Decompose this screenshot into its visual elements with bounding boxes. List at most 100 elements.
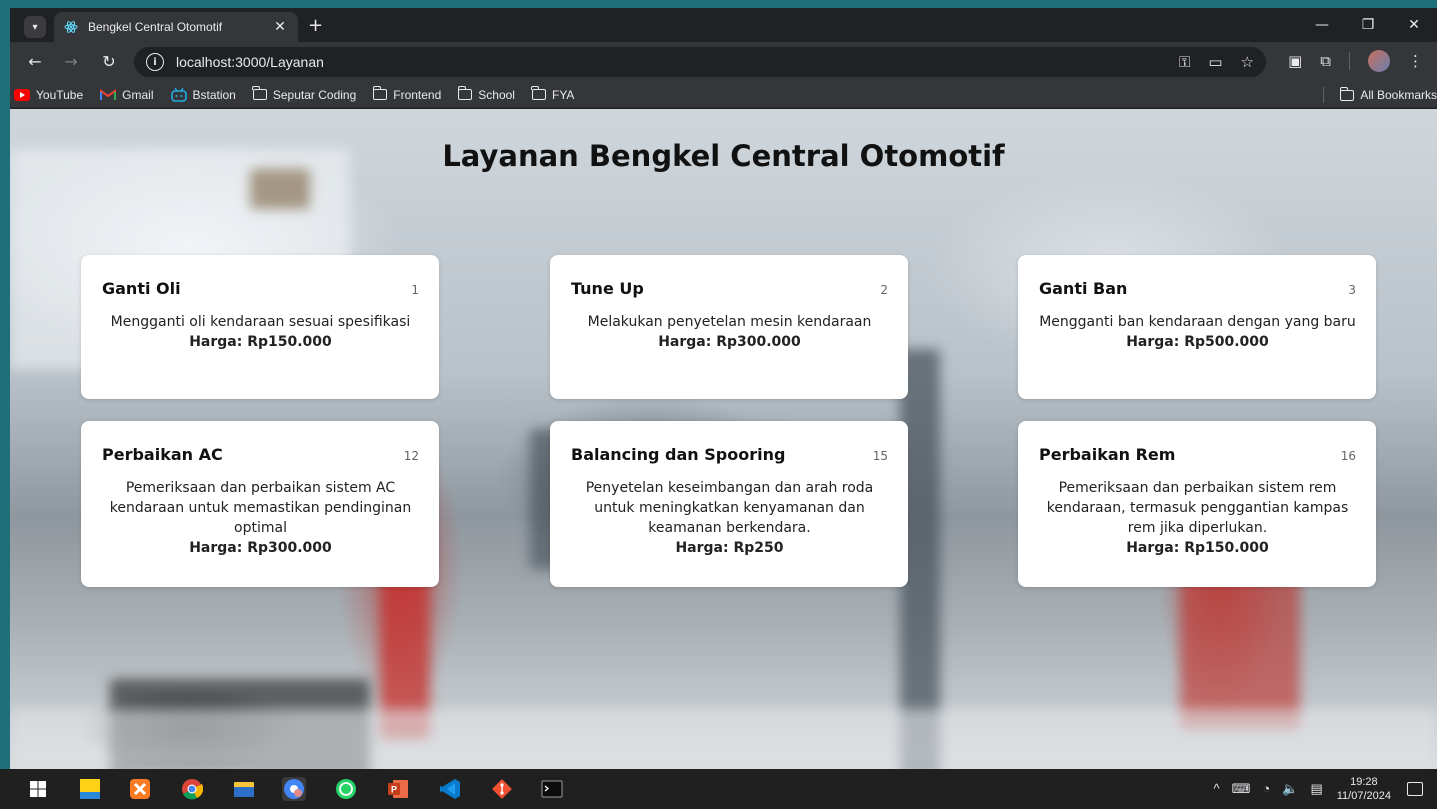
service-description: Penyetelan keseimbangan dan arah roda un… xyxy=(585,480,874,536)
volume-icon[interactable]: 🔈 xyxy=(1282,781,1298,797)
profile-avatar[interactable] xyxy=(1368,50,1390,72)
bstation-icon xyxy=(170,87,187,102)
gmail-icon xyxy=(100,88,117,101)
service-card: Tune Up 2 Melakukan penyetelan mesin ken… xyxy=(550,255,908,399)
service-price: Harga: Rp500.000 xyxy=(1126,334,1269,350)
wifi-icon[interactable]: ◔ xyxy=(1262,781,1270,797)
service-id: 3 xyxy=(1348,283,1356,297)
service-id: 12 xyxy=(403,449,419,463)
service-id: 15 xyxy=(872,449,888,463)
start-button[interactable] xyxy=(26,777,50,801)
youtube-icon xyxy=(14,88,30,101)
bookmarks-divider xyxy=(1323,87,1325,103)
notification-icon[interactable] xyxy=(1407,782,1423,796)
chrome-icon[interactable] xyxy=(180,777,204,801)
service-card: Ganti Oli 1 Mengganti oli kendaraan sesu… xyxy=(81,255,439,399)
service-id: 16 xyxy=(1340,449,1356,463)
service-card: Balancing dan Spooring 15 Penyetelan kes… xyxy=(550,421,908,587)
clock-time: 19:28 xyxy=(1350,776,1378,788)
vscode-icon[interactable] xyxy=(438,777,462,801)
folder-icon xyxy=(1339,86,1355,101)
folder-icon xyxy=(531,86,546,100)
system-tray: ^ ⌨ ◔ 🔈 ▤ 19:28 11/07/2024 xyxy=(1214,769,1437,809)
sticky-notes-icon[interactable] xyxy=(78,777,102,801)
service-id: 2 xyxy=(880,283,888,297)
service-card: Perbaikan AC 12 Pemeriksaan dan perbaika… xyxy=(81,421,439,587)
service-price: Harga: Rp300.000 xyxy=(189,540,332,556)
tab-search-button[interactable]: ▾ xyxy=(24,16,46,38)
bookmark-youtube[interactable]: YouTube xyxy=(14,88,83,102)
service-name: Tune Up xyxy=(571,279,644,298)
git-icon[interactable] xyxy=(490,777,514,801)
bookmark-bstation[interactable]: Bstation xyxy=(170,87,236,102)
service-name: Perbaikan Rem xyxy=(1039,445,1176,464)
service-id: 1 xyxy=(411,283,419,297)
whatsapp-icon[interactable] xyxy=(334,777,358,801)
service-description: Pemeriksaan dan perbaikan sistem AC kend… xyxy=(109,480,412,536)
service-name: Ganti Oli xyxy=(102,279,181,298)
chevron-up-icon[interactable]: ^ xyxy=(1214,781,1220,797)
powerpoint-icon[interactable]: P xyxy=(386,777,410,801)
folder-icon xyxy=(457,86,473,100)
page-viewport: Layanan Bengkel Central Otomotif Ganti O… xyxy=(10,109,1437,769)
menu-dots-icon[interactable]: ⋮ xyxy=(1408,52,1423,70)
xampp-icon[interactable] xyxy=(128,777,152,801)
bookmark-gmail[interactable]: Gmail xyxy=(100,88,154,102)
tab-title: Bengkel Central Otomotif xyxy=(88,20,223,34)
service-description: Mengganti ban kendaraan dengan yang baru xyxy=(1039,314,1356,330)
back-button[interactable]: ← xyxy=(24,50,46,72)
file-explorer-icon[interactable] xyxy=(232,777,256,801)
new-tab-button[interactable]: + xyxy=(308,16,323,36)
service-name: Balancing dan Spooring xyxy=(571,445,786,464)
close-window-button[interactable]: ✕ xyxy=(1391,8,1437,42)
service-price: Harga: Rp300.000 xyxy=(658,334,801,350)
browser-window: ▾ Bengkel Central Otomotif ✕ + — ❐ ✕ ← →… xyxy=(10,8,1437,769)
folder-icon xyxy=(252,86,267,100)
screenshot-icon[interactable]: ▣ xyxy=(1288,52,1302,70)
password-key-icon[interactable]: ⚿ xyxy=(1179,53,1190,71)
clock-date: 11/07/2024 xyxy=(1336,790,1391,802)
service-card: Perbaikan Rem 16 Pemeriksaan dan perbaik… xyxy=(1018,421,1376,587)
extensions-icon[interactable]: ⧉ xyxy=(1320,52,1331,70)
page-title: Layanan Bengkel Central Otomotif xyxy=(442,139,1005,173)
address-bar[interactable]: i localhost:3000/Layanan ⚿ ▭ ☆ xyxy=(134,47,1266,77)
service-price: Harga: Rp150.000 xyxy=(189,334,332,350)
keyboard-icon[interactable]: ▤ xyxy=(1310,781,1322,797)
language-icon[interactable]: ⌨ xyxy=(1232,781,1251,797)
window-controls: — ❐ ✕ xyxy=(1299,8,1437,42)
bookmark-star-icon[interactable]: ☆ xyxy=(1241,53,1254,71)
folder-icon xyxy=(372,86,388,100)
url-text[interactable]: localhost:3000/Layanan xyxy=(176,54,1179,70)
close-tab-icon[interactable]: ✕ xyxy=(272,19,288,35)
bookmark-fya[interactable]: FYA xyxy=(531,86,574,102)
service-name: Ganti Ban xyxy=(1039,279,1128,298)
browser-toolbar: ← → ↻ i localhost:3000/Layanan ⚿ ▭ ☆ ▣ ⧉… xyxy=(10,42,1437,82)
tab-active[interactable]: Bengkel Central Otomotif ✕ xyxy=(54,12,298,42)
taskbar: P ^ ⌨ ◔ 🔈 ▤ 19:28 11/07/2024 xyxy=(0,769,1437,809)
cast-icon[interactable]: ▭ xyxy=(1208,53,1222,71)
service-description: Mengganti oli kendaraan sesuai spesifika… xyxy=(110,314,411,330)
service-name: Perbaikan AC xyxy=(102,445,223,464)
tab-strip: ▾ Bengkel Central Otomotif ✕ + — ❐ ✕ xyxy=(10,8,1437,42)
service-card: Ganti Ban 3 Mengganti ban kendaraan deng… xyxy=(1018,255,1376,399)
restore-button[interactable]: ❐ xyxy=(1345,8,1391,42)
reload-button[interactable]: ↻ xyxy=(98,50,120,72)
all-bookmarks[interactable]: All Bookmarks xyxy=(1323,82,1437,108)
bookmark-seputar-coding[interactable]: Seputar Coding xyxy=(252,86,356,102)
toolbar-divider xyxy=(1349,52,1350,70)
service-description: Pemeriksaan dan perbaikan sistem rem ken… xyxy=(1046,480,1349,536)
react-icon xyxy=(64,20,78,34)
chrome-profile-icon[interactable] xyxy=(282,777,306,801)
terminal-icon[interactable] xyxy=(540,777,564,801)
forward-button[interactable]: → xyxy=(60,50,82,72)
bookmark-frontend[interactable]: Frontend xyxy=(372,86,441,102)
bookmarks-bar: YouTube Gmail Bstation Seputar Coding Fr… xyxy=(10,82,1437,108)
service-description: Melakukan penyetelan mesin kendaraan xyxy=(587,314,872,330)
site-info-icon[interactable]: i xyxy=(146,53,164,71)
minimize-button[interactable]: — xyxy=(1299,8,1345,42)
clock[interactable]: 19:28 11/07/2024 xyxy=(1337,775,1391,803)
service-price: Harga: Rp150.000 xyxy=(1126,540,1269,556)
bookmark-school[interactable]: School xyxy=(457,86,515,102)
service-price: Harga: Rp250 xyxy=(675,540,784,556)
background-lamp xyxy=(250,169,310,209)
